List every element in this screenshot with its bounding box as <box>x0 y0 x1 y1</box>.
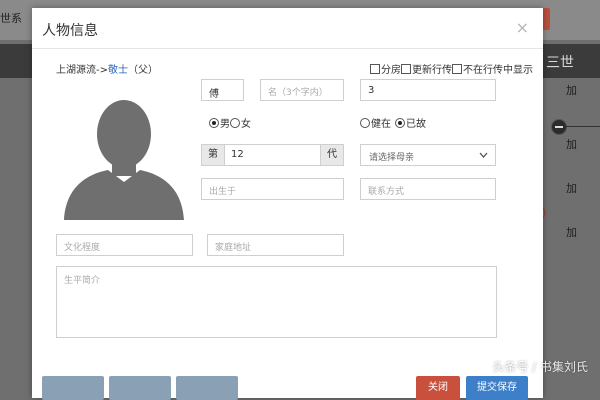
checkbox-icon[interactable] <box>370 63 380 74</box>
tree-connector-line <box>566 126 600 127</box>
tree-add-label[interactable]: 加 <box>566 180 577 196</box>
update-biography-checkbox[interactable]: 更新行传 <box>401 61 452 76</box>
life-status-radio-group: 健在 已故 <box>360 115 426 130</box>
options-checkboxes: 分房 更新行传 不在行传中显示 <box>370 61 533 76</box>
birth-input[interactable]: 出生于 <box>201 178 344 200</box>
checkbox-icon[interactable] <box>452 63 462 74</box>
close-button[interactable]: 关闭 <box>416 376 460 400</box>
collapse-icon[interactable] <box>551 119 567 135</box>
generation-input-group: 第 12 代 <box>201 144 344 166</box>
gender-radio-group: 男 女 <box>209 115 251 130</box>
radio-female[interactable] <box>230 117 240 128</box>
checkbox-icon[interactable] <box>401 63 411 74</box>
mother-select[interactable]: 请选择母亲 <box>360 144 496 166</box>
breadcrumb-prefix: 上湖源流-> <box>56 65 108 76</box>
biography-textarea[interactable]: 生平简介 <box>56 266 497 338</box>
contact-input[interactable]: 联系方式 <box>360 178 496 200</box>
split-branch-checkbox[interactable]: 分房 <box>370 61 401 76</box>
address-input[interactable]: 家庭地址 <box>207 234 344 256</box>
chevron-down-icon <box>479 148 488 165</box>
breadcrumb-suffix: （父） <box>128 65 158 76</box>
footer-button-3[interactable] <box>176 376 238 400</box>
tree-add-label[interactable]: 加 <box>566 136 577 152</box>
breadcrumb: 上湖源流->敬士（父） <box>56 61 158 76</box>
close-icon[interactable]: × <box>516 18 529 37</box>
generation-input[interactable]: 12 <box>225 144 320 166</box>
submit-save-button[interactable]: 提交保存 <box>466 376 528 400</box>
breadcrumb-father-link[interactable]: 敬士 <box>108 65 128 76</box>
footer-button-2[interactable] <box>109 376 171 400</box>
watermark-text: 头条号 / 书集刘氏 <box>492 360 588 374</box>
tree-add-label[interactable]: 加 <box>566 82 577 98</box>
footer-button-1[interactable] <box>42 376 104 400</box>
tree-add-label[interactable]: 加 <box>566 224 577 240</box>
radio-deceased[interactable] <box>395 117 405 128</box>
radio-male[interactable] <box>209 117 219 128</box>
generation-label: 三世 <box>546 55 574 71</box>
dialog-title: 人物信息 <box>42 23 98 39</box>
generation-prefix: 第 <box>201 144 225 166</box>
person-info-dialog: 人物信息 × 上湖源流->敬士（父） 分房 更新行传 不在行传中显示 傅 名（3… <box>32 8 543 400</box>
rank-input[interactable]: 3 <box>360 79 496 101</box>
avatar-placeholder-icon[interactable] <box>60 90 188 220</box>
radio-alive[interactable] <box>360 117 370 128</box>
given-name-input[interactable]: 名（3个字内） <box>260 79 344 101</box>
dialog-header: 人物信息 × <box>32 8 543 49</box>
hide-in-biography-checkbox[interactable]: 不在行传中显示 <box>452 61 533 76</box>
education-input[interactable]: 文化程度 <box>56 234 193 256</box>
generation-suffix: 代 <box>320 144 344 166</box>
surname-input[interactable]: 傅 <box>201 79 244 101</box>
app-title: 世系 <box>0 12 22 25</box>
